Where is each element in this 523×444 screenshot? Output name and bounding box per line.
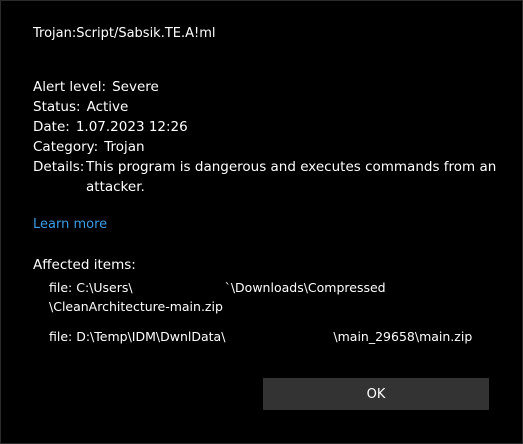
details-label: Details: [33, 159, 85, 175]
details-row: Details: This program is dangerous and e… [33, 157, 503, 197]
affected-item-line2: \CleanArchitecture-main.zip [49, 299, 223, 314]
alert-level-value: Severe [112, 79, 159, 95]
affected-items-label: Affected items: [33, 257, 136, 273]
category-row: Category: Trojan [33, 137, 145, 157]
category-label: Category: [33, 139, 99, 155]
date-label: Date: [33, 119, 70, 135]
affected-item-suffix: \main_29658\main.zip [333, 329, 473, 344]
date-value: 1.07.2023 12:26 [75, 119, 188, 135]
alert-level-label: Alert level: [33, 79, 107, 95]
threat-details-dialog: Trojan:Script/Sabsik.TE.A!ml Alert level… [0, 0, 523, 444]
alert-level-row: Alert level: Severe [33, 77, 159, 97]
ok-button[interactable]: OK [263, 378, 489, 410]
date-row: Date: 1.07.2023 12:26 [33, 117, 188, 137]
category-value: Trojan [104, 139, 145, 155]
status-row: Status: Active [33, 97, 128, 117]
affected-item-prefix: file: D:\Temp\IDM\DwnlData\ [49, 329, 226, 344]
status-value: Active [86, 99, 129, 115]
affected-item-prefix: file: C:\Users\ [49, 280, 133, 295]
affected-item: file: C:\Users\ `\Downloads\Compressed \C… [49, 278, 386, 316]
affected-item: file: D:\Temp\IDM\DwnlData\ \main_29658\m… [49, 327, 472, 346]
learn-more-link[interactable]: Learn more [33, 217, 107, 232]
threat-name: Trojan:Script/Sabsik.TE.A!ml [33, 26, 216, 41]
status-label: Status: [33, 99, 81, 115]
affected-item-line: file: C:\Users\ `\Downloads\Compressed [49, 278, 386, 297]
details-value: This program is dangerous and executes c… [86, 159, 497, 195]
affected-item-suffix: `\Downloads\Compressed [224, 280, 386, 295]
